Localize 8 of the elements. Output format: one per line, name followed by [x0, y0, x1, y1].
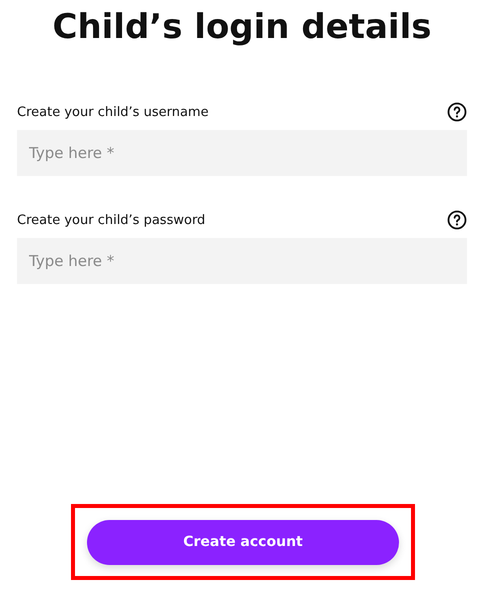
input-field[interactable]: Type here *	[17, 130, 467, 176]
field-label: Create your child’s username	[17, 104, 209, 120]
field-label: Create your child’s password	[17, 212, 206, 228]
create-account-button[interactable]: Create account	[87, 520, 399, 564]
page-title: Child’s login details	[52, 6, 432, 49]
help-icon[interactable]	[447, 210, 467, 230]
help-icon[interactable]	[447, 102, 467, 122]
input-field[interactable]: Type here *	[17, 238, 467, 284]
